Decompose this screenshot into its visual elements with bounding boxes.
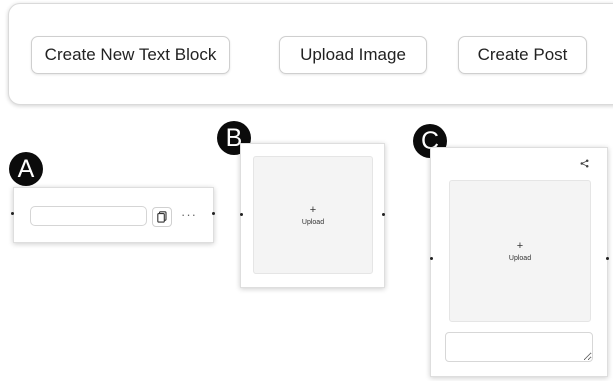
connection-handle-left[interactable] bbox=[430, 257, 433, 260]
share-icon[interactable] bbox=[580, 159, 589, 168]
upload-image-button[interactable]: Upload Image bbox=[279, 36, 427, 74]
text-block-card: ··· bbox=[13, 187, 214, 243]
upload-dropzone[interactable]: + Upload bbox=[253, 156, 373, 274]
panel-a-marker: A bbox=[9, 152, 43, 186]
connection-handle-left[interactable] bbox=[11, 212, 14, 215]
post-card: + Upload bbox=[430, 147, 608, 377]
connection-handle-left[interactable] bbox=[240, 213, 243, 216]
post-image-dropzone[interactable]: + Upload bbox=[449, 180, 591, 322]
create-text-block-button[interactable]: Create New Text Block bbox=[31, 36, 230, 74]
toolbar: Create New Text Block Upload Image Creat… bbox=[8, 3, 613, 105]
connection-handle-right[interactable] bbox=[382, 213, 385, 216]
text-block-input[interactable] bbox=[30, 206, 147, 226]
post-caption-textarea[interactable] bbox=[445, 332, 593, 362]
plus-icon: + bbox=[309, 203, 317, 216]
upload-image-card: + Upload bbox=[240, 143, 385, 288]
more-options-icon[interactable]: ··· bbox=[181, 208, 197, 221]
plus-icon: + bbox=[516, 239, 524, 252]
upload-label: Upload bbox=[301, 218, 325, 226]
create-post-button[interactable]: Create Post bbox=[458, 36, 587, 74]
copy-icon bbox=[157, 211, 167, 223]
connection-handle-right[interactable] bbox=[606, 257, 609, 260]
copy-button[interactable] bbox=[152, 207, 172, 227]
connection-handle-right[interactable] bbox=[212, 212, 215, 215]
upload-label: Upload bbox=[508, 254, 532, 262]
